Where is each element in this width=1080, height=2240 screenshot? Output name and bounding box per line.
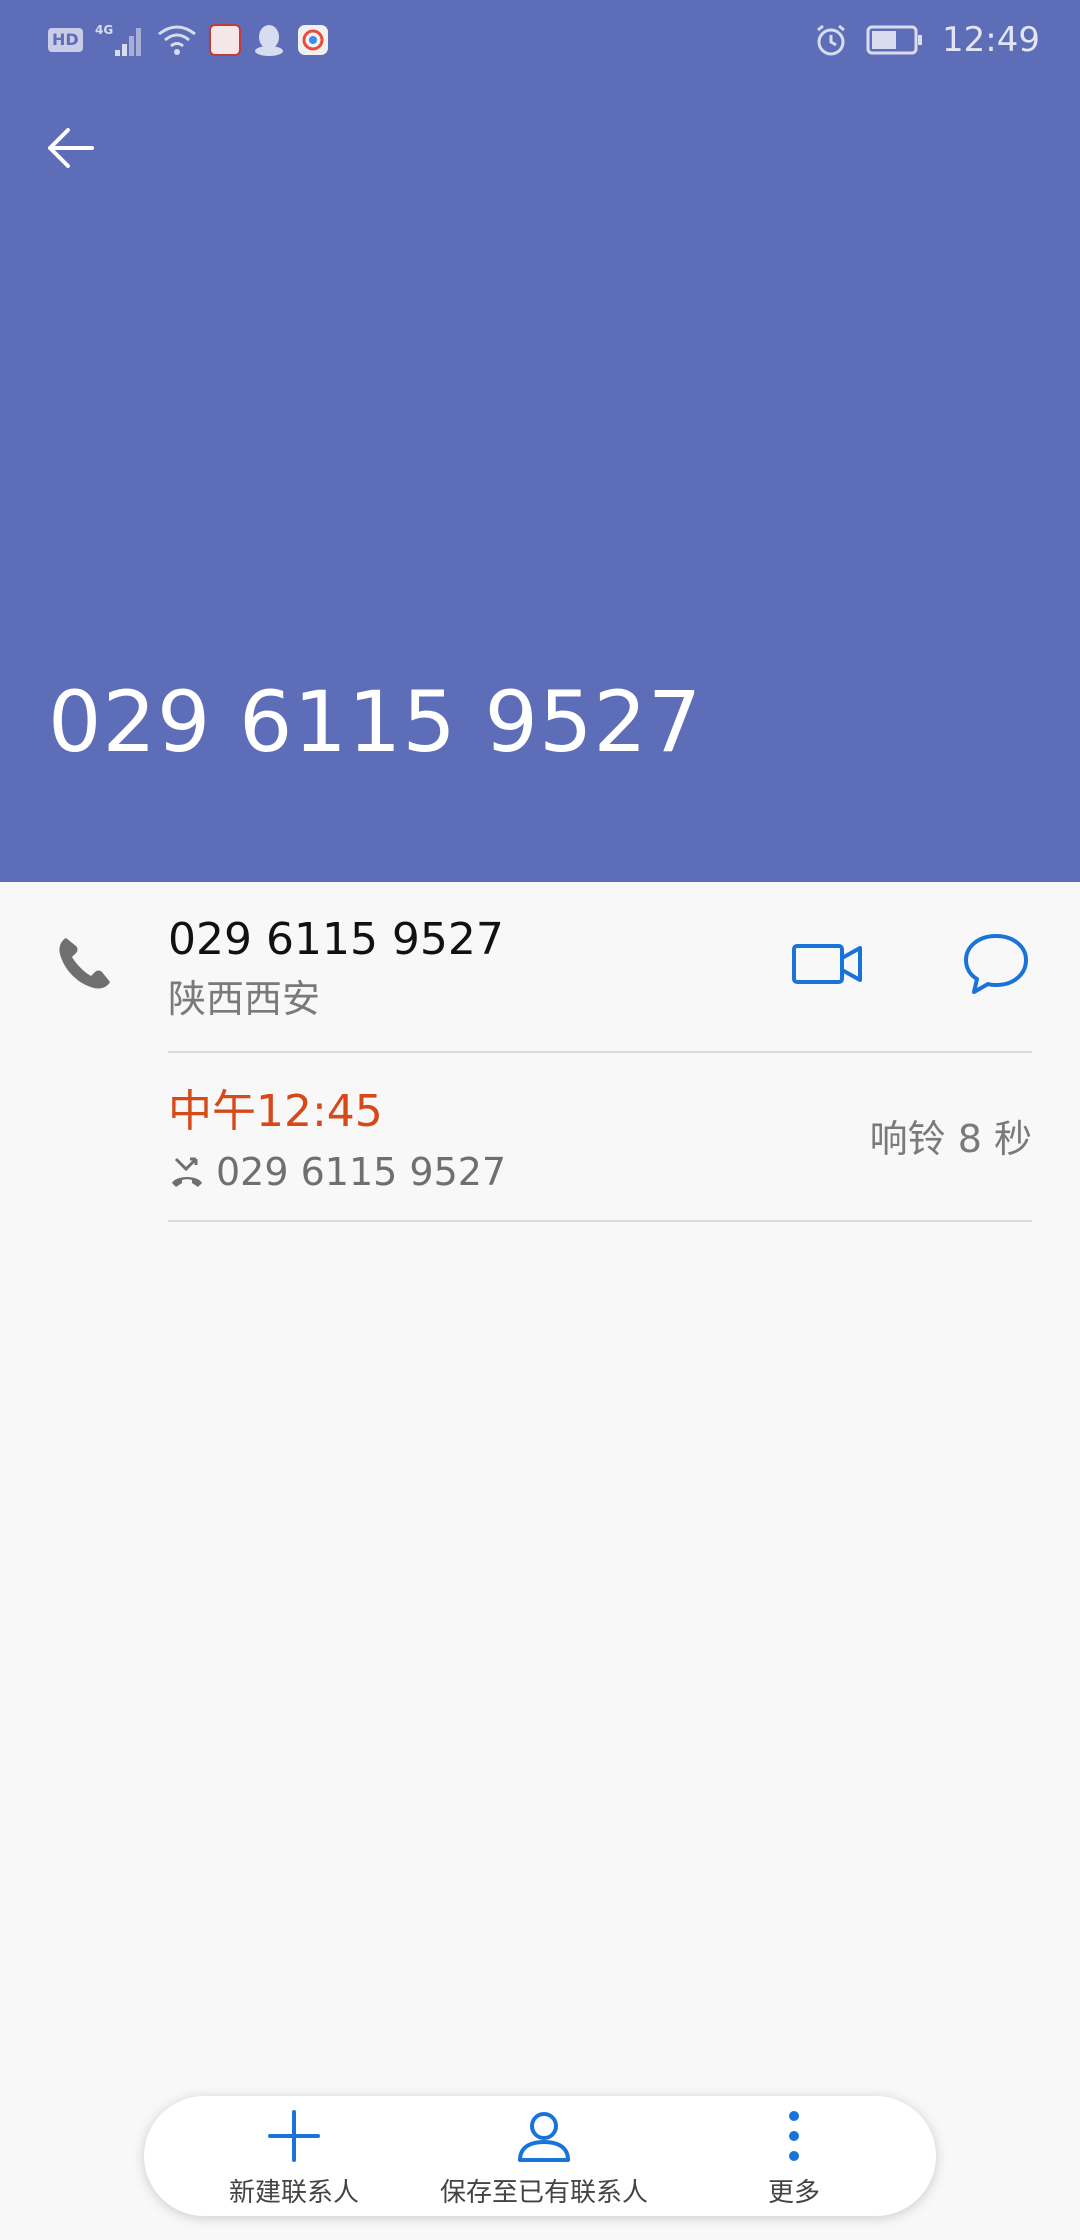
new-contact-label: 新建联系人 [228, 2178, 359, 2208]
svg-text:4G: 4G [95, 23, 113, 37]
new-contact-button[interactable]: 新建联系人 [144, 2096, 444, 2216]
more-vertical-icon [789, 2111, 799, 2161]
contact-number[interactable]: 029 6115 9527 [168, 912, 504, 968]
plus-icon [268, 2110, 320, 2162]
missed-call-icon [172, 1157, 202, 1187]
alarm-icon [817, 24, 845, 56]
save-to-existing-contact-button[interactable]: 保存至已有联系人 [414, 2096, 674, 2216]
status-left: HD 4G [48, 22, 329, 58]
call-log-row[interactable]: 中午12:45 029 6115 9527 响铃 8 秒 [0, 1054, 1080, 1222]
qq-icon [254, 25, 283, 56]
call-time: 中午12:45 [168, 1086, 383, 1137]
status-time: 12:49 [942, 20, 1040, 60]
more-label: 更多 [767, 2178, 820, 2208]
camera-app-icon [297, 25, 328, 55]
signal-4g-icon: 4G [95, 23, 141, 56]
divider [168, 1220, 1032, 1222]
person-icon [518, 2112, 570, 2162]
call-number: 029 6115 9527 [216, 1150, 507, 1194]
header-phone-number: 029 6115 9527 [48, 673, 703, 771]
video-call-icon[interactable] [790, 932, 866, 998]
call-duration: 响铃 8 秒 [869, 1117, 1032, 1161]
more-button[interactable]: 更多 [664, 2096, 924, 2216]
contact-row[interactable]: 029 6115 9527 陕西西安 [0, 882, 1080, 1052]
status-right: 12:49 [814, 18, 1040, 62]
bottom-action-bar: 新建联系人 保存至已有联系人 更多 [144, 2096, 936, 2216]
divider [168, 1051, 1032, 1053]
save-to-existing-contact-label: 保存至已有联系人 [439, 2178, 648, 2208]
contact-location: 陕西西安 [168, 977, 321, 1021]
status-bar: HD 4G 12:49 [0, 0, 1080, 80]
phone-icon[interactable] [52, 932, 116, 996]
wifi-icon [157, 25, 196, 55]
battery-icon [866, 25, 923, 55]
app-icon-red [208, 24, 241, 56]
arrow-left-icon [48, 128, 94, 168]
hd-badge: HD [48, 28, 83, 52]
header: HD 4G 12:49 029 6115 9527 [0, 0, 1080, 882]
call-sub: 029 6115 9527 [168, 1146, 506, 1198]
back-button[interactable] [30, 108, 110, 188]
message-icon[interactable] [960, 928, 1032, 1000]
